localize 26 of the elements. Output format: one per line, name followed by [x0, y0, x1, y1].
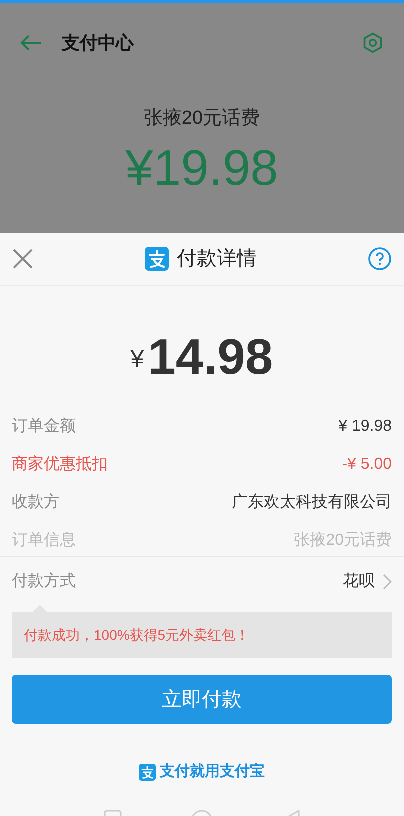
row-label: 付款方式: [12, 572, 76, 592]
close-icon[interactable]: [12, 248, 34, 270]
row-label: 订单金额: [12, 416, 76, 437]
footer-slogan: 支付就用支付宝: [160, 762, 265, 782]
chevron-right-icon: [383, 574, 392, 590]
promo-text: 付款成功，100%获得5元外卖红包！: [24, 626, 250, 644]
logo-icon: [145, 247, 169, 271]
row-value: 张掖20元话费: [294, 530, 392, 551]
sheet-title: 付款详情: [177, 247, 257, 272]
currency-symbol: ¥: [130, 345, 144, 375]
row-value: ¥ 19.98: [338, 417, 392, 437]
back-arrow-icon[interactable]: [20, 34, 42, 52]
pay-amount: 14.98: [148, 332, 274, 382]
row-label: 商家优惠抵扣: [12, 454, 108, 475]
row-value: 广东欢太科技有限公司: [232, 492, 392, 513]
row-label: 收款方: [12, 492, 60, 513]
help-icon[interactable]: [368, 247, 392, 271]
order-amount: ¥19.98: [126, 138, 278, 198]
row-value: 花呗: [343, 572, 375, 592]
logo-icon: [139, 764, 156, 781]
payment-method-row[interactable]: 付款方式 花呗: [0, 557, 404, 607]
page-title: 支付中心: [62, 32, 136, 54]
product-name: 张掖20元话费: [144, 107, 260, 131]
settings-icon[interactable]: [362, 32, 384, 54]
row-value: -¥ 5.00: [342, 455, 392, 475]
row-label: 订单信息: [12, 531, 76, 551]
